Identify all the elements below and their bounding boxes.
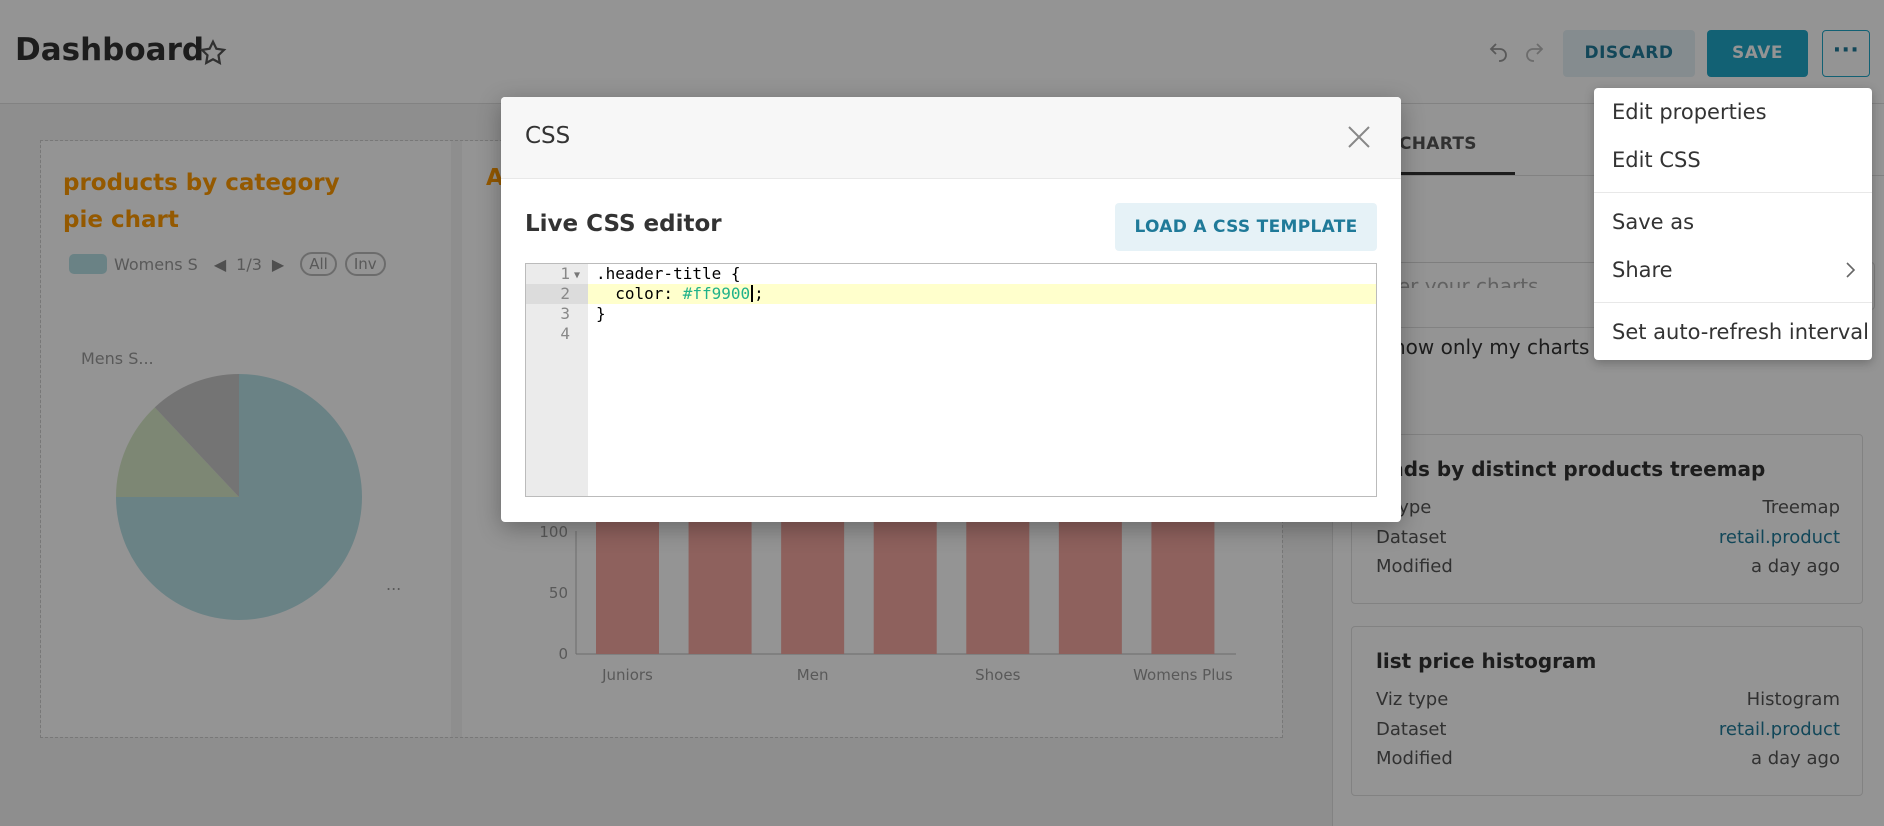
line-number: 2 [526,284,588,304]
modal-title: CSS [525,123,571,149]
live-css-editor-label: Live CSS editor [525,211,722,237]
line-number: 4 [560,324,570,343]
line-number: 1 [560,264,570,283]
code-value: #ff9900 [682,284,751,303]
code-line: } [596,304,606,323]
code-semicolon: ; [754,284,764,303]
line-number: 3 [560,304,570,323]
menu-item-edit-css[interactable]: Edit CSS [1612,148,1701,172]
fold-arrow-icon[interactable]: ▼ [574,270,580,281]
code-property: color: [596,284,683,303]
editor-gutter: 1 2 3 4 ▼ [526,264,588,496]
menu-item-share[interactable]: Share [1612,258,1673,282]
text-cursor [751,285,754,302]
chevron-right-icon [1846,262,1856,278]
css-modal: CSS Live CSS editor LOAD A CSS TEMPLATE … [501,97,1401,522]
code-line: .header-title { [596,264,741,283]
menu-item-save-as[interactable]: Save as [1612,210,1694,234]
css-code-editor[interactable]: 1 2 3 4 ▼ .header-title { color: #ff9900… [525,263,1377,497]
code-line: color: #ff9900; [596,284,764,304]
close-icon[interactable] [1345,123,1373,151]
menu-item-edit-properties[interactable]: Edit properties [1612,100,1767,124]
more-options-menu: Edit properties Edit CSS Save as Share S… [1594,88,1872,360]
menu-divider [1594,192,1872,193]
menu-item-auto-refresh[interactable]: Set auto-refresh interval [1612,320,1869,344]
modal-header: CSS [501,97,1401,179]
load-css-template-button[interactable]: LOAD A CSS TEMPLATE [1115,203,1377,251]
menu-divider [1594,302,1872,303]
